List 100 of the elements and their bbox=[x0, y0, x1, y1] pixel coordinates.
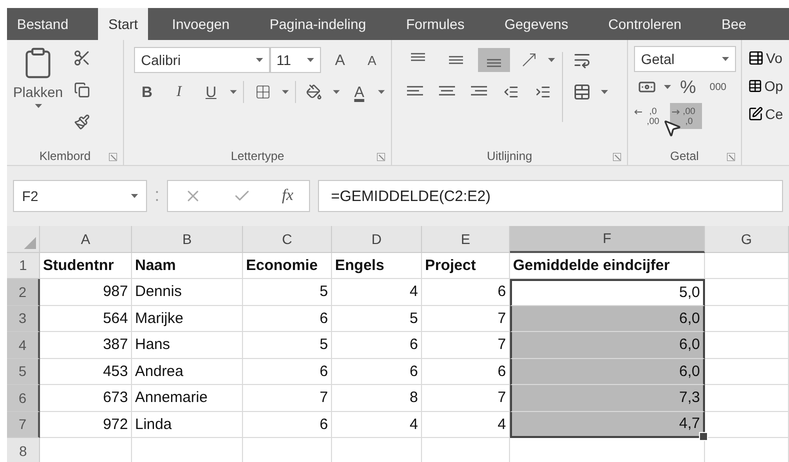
ribbon-tab[interactable]: Gegevens bbox=[494, 8, 578, 40]
row-header[interactable]: 2 bbox=[7, 279, 40, 306]
table-cell: 6 bbox=[332, 358, 422, 385]
caret-icon bbox=[230, 90, 237, 94]
ribbon-tab[interactable]: Start bbox=[98, 8, 148, 40]
caret-icon bbox=[256, 58, 263, 62]
table-cell: 7 bbox=[243, 385, 332, 412]
table-cell: 6 bbox=[422, 358, 510, 385]
table-cell: 5 bbox=[243, 279, 332, 306]
table-cell: 387 bbox=[40, 332, 132, 358]
lines-icon bbox=[449, 56, 463, 64]
font-name-dropdown[interactable]: Calibri bbox=[134, 47, 270, 73]
table-cell: Engels bbox=[332, 252, 422, 279]
table-cell: Naam bbox=[132, 252, 243, 279]
name-box[interactable]: F2 bbox=[13, 180, 147, 212]
fill-handle[interactable] bbox=[699, 432, 708, 441]
insert-function-button[interactable]: fx bbox=[282, 187, 294, 205]
caret-icon bbox=[378, 90, 385, 94]
styles-button[interactable]: Op bbox=[748, 74, 783, 98]
right-arrow-icon bbox=[672, 109, 680, 115]
ribbon-tab[interactable]: Formules bbox=[396, 8, 474, 40]
table-icon bbox=[748, 50, 764, 66]
vertical-align-button[interactable] bbox=[478, 48, 510, 72]
row-header[interactable]: 5 bbox=[7, 358, 40, 385]
styles-button[interactable]: Ce bbox=[748, 102, 783, 126]
font-size-dropdown[interactable]: 11 bbox=[270, 47, 321, 73]
column-header[interactable]: F bbox=[510, 226, 705, 252]
increase-decimal-button[interactable]: ,0 ,00 bbox=[634, 103, 666, 129]
launcher-icon[interactable] bbox=[377, 153, 385, 161]
caret-icon bbox=[131, 194, 138, 198]
table-cell: Economie bbox=[243, 252, 332, 279]
table-cell: Andrea bbox=[132, 358, 243, 385]
table-cell: Marijke bbox=[132, 306, 243, 332]
caret-icon bbox=[34, 104, 42, 108]
column-header[interactable]: C bbox=[243, 226, 332, 252]
table-cell: 6 bbox=[422, 279, 510, 306]
row-header[interactable]: 8 bbox=[7, 438, 40, 462]
row-header[interactable]: 6 bbox=[7, 385, 40, 412]
table-cell: 6 bbox=[243, 306, 332, 332]
table-cell: 4 bbox=[332, 412, 422, 438]
row-header[interactable]: 3 bbox=[7, 306, 40, 332]
left-arrow-icon bbox=[634, 109, 642, 115]
launcher-icon[interactable] bbox=[613, 153, 621, 161]
number-format-dropdown[interactable]: Getal bbox=[634, 46, 736, 72]
table-cell: 8 bbox=[332, 385, 422, 412]
underline-button[interactable]: U bbox=[198, 80, 224, 104]
caret-icon bbox=[664, 85, 671, 89]
caret-icon bbox=[722, 57, 729, 61]
table-cell: 7 bbox=[422, 385, 510, 412]
thousands-button[interactable]: 000 bbox=[705, 75, 731, 99]
table-cell: Dennis bbox=[132, 279, 243, 306]
ribbon-tab[interactable]: Controleren bbox=[598, 8, 692, 40]
table-cell: 7 bbox=[422, 332, 510, 358]
italic-button[interactable]: I bbox=[166, 80, 192, 104]
paste-button[interactable]: Plakken bbox=[13, 46, 63, 147]
caret-icon bbox=[307, 58, 314, 62]
lines-icon bbox=[487, 59, 501, 67]
lines-icon bbox=[411, 53, 425, 61]
column-header[interactable]: D bbox=[332, 226, 422, 252]
ribbon-tab[interactable]: Bestand bbox=[7, 8, 78, 40]
percent-button[interactable]: % bbox=[675, 75, 701, 99]
table-cell: 7 bbox=[422, 306, 510, 332]
table-cell: 5 bbox=[243, 332, 332, 358]
row-header[interactable]: 1 bbox=[7, 252, 40, 279]
launcher-icon[interactable] bbox=[727, 153, 735, 161]
table-cell: Studentnr bbox=[40, 252, 132, 279]
table-cell: 6,0 bbox=[510, 332, 705, 358]
caret-icon bbox=[333, 90, 340, 94]
caret-icon bbox=[548, 58, 555, 62]
formula-field[interactable]: =GEMIDDELDE(C2:E2) bbox=[318, 180, 783, 212]
ribbon-tab[interactable]: Pagina-indeling bbox=[260, 8, 376, 40]
caret-icon bbox=[601, 90, 608, 94]
table-cell: 5,0 bbox=[510, 279, 705, 306]
column-header[interactable]: E bbox=[422, 226, 510, 252]
ribbon-tab[interactable]: Invoegen bbox=[162, 8, 240, 40]
column-header[interactable]: A bbox=[40, 226, 132, 252]
grow-font-button[interactable]: A bbox=[327, 48, 353, 72]
table-cell: 7,3 bbox=[510, 385, 705, 412]
pen-icon bbox=[748, 106, 764, 122]
bold-button[interactable]: B bbox=[134, 80, 160, 104]
group-label: Klembord bbox=[39, 149, 91, 163]
table-cell: 564 bbox=[40, 306, 132, 332]
table-cell: Linda bbox=[132, 412, 243, 438]
ribbon-tab[interactable]: Bee bbox=[711, 8, 756, 40]
group-label: Lettertype bbox=[230, 149, 284, 163]
group-label: Uitlijning bbox=[486, 149, 532, 163]
group-label: Getal bbox=[670, 149, 699, 163]
font-color-button[interactable]: A bbox=[346, 80, 372, 104]
shrink-font-button[interactable]: A bbox=[359, 48, 385, 72]
table-cell: 4 bbox=[332, 279, 422, 306]
table-cell: 4,7 bbox=[510, 412, 705, 438]
launcher-icon[interactable] bbox=[109, 153, 117, 161]
table-cell: 4 bbox=[422, 412, 510, 438]
column-header[interactable]: G bbox=[705, 226, 789, 252]
row-header[interactable]: 4 bbox=[7, 332, 40, 358]
table-cell: Project bbox=[422, 252, 510, 279]
row-header[interactable]: 7 bbox=[7, 412, 40, 438]
table-cell: 6 bbox=[243, 412, 332, 438]
column-header[interactable]: B bbox=[132, 226, 243, 252]
styles-button[interactable]: Vo bbox=[748, 46, 783, 70]
